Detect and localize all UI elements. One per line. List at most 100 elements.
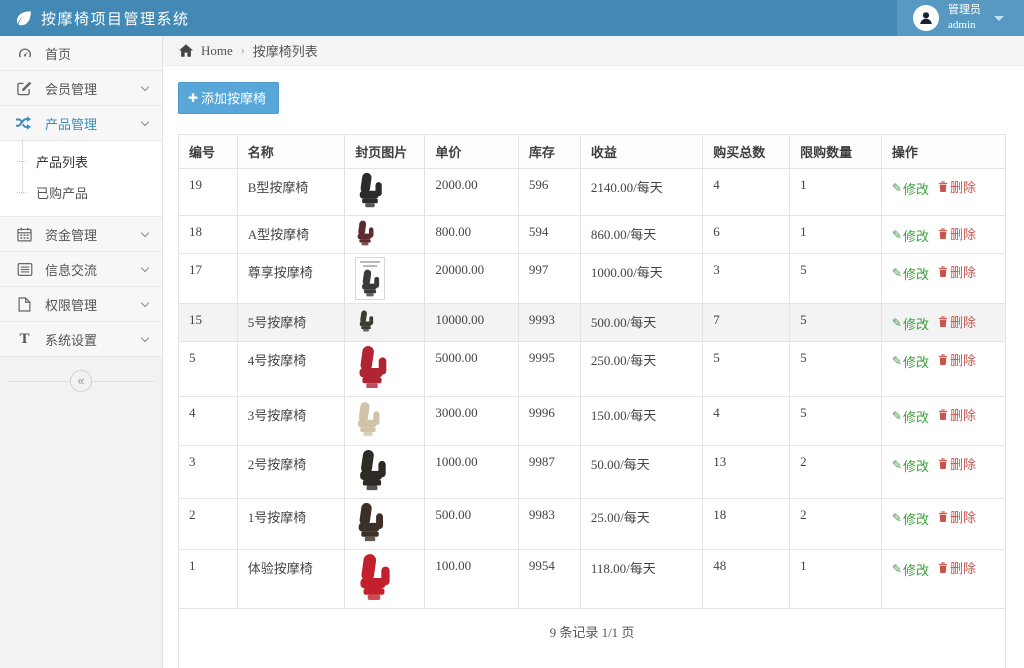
layout: 首页会员管理产品管理产品列表已购产品资金管理信息交流权限管理 T系统设置 « Ho… <box>0 36 1024 668</box>
edit-link[interactable]: ✎修改 <box>892 264 929 283</box>
trash-icon <box>938 266 948 277</box>
user-menu[interactable]: 管理员 admin <box>897 0 1024 36</box>
massage-chair-image <box>355 234 375 249</box>
cell-purchase-limit: 5 <box>790 254 882 304</box>
massage-chair-image <box>355 426 381 441</box>
edit-link[interactable]: ✎修改 <box>892 407 929 426</box>
edit-label: 修改 <box>903 352 929 371</box>
content: ✚ 添加按摩椅 编号名称封页图片单价库存收益购买总数限购数量操作 19B型按摩椅… <box>163 66 1024 668</box>
cell-name: A型按摩椅 <box>237 216 345 254</box>
collapse-icon[interactable]: « <box>70 370 92 392</box>
add-button-label: 添加按摩椅 <box>201 88 266 107</box>
cell-stock: 997 <box>518 254 580 304</box>
delete-label: 删除 <box>950 405 976 424</box>
sidebar-item-members[interactable]: 会员管理 <box>0 71 162 106</box>
cell-purchase-total: 6 <box>703 216 790 254</box>
cell-purchase-total: 48 <box>703 550 790 609</box>
delete-link[interactable]: 删除 <box>938 454 976 473</box>
add-massage-chair-button[interactable]: ✚ 添加按摩椅 <box>178 82 279 114</box>
trash-icon <box>938 181 948 192</box>
table-row: 17尊享按摩椅20000.009971000.00/每天35✎修改删除 <box>179 254 1006 304</box>
chevron-down-icon <box>141 333 149 341</box>
cell-cover-image <box>345 342 425 397</box>
cell-cover-image <box>345 397 425 446</box>
column-header: 操作 <box>881 135 1005 169</box>
sidebar-submenu-products: 产品列表已购产品 <box>0 141 162 217</box>
pencil-icon: ✎ <box>892 181 902 196</box>
sidebar-item-messages[interactable]: 信息交流 <box>0 252 162 287</box>
chevron-down-icon <box>141 228 149 236</box>
sidebar-subitem-purchased-products[interactable]: 已购产品 <box>0 177 162 208</box>
cell-purchase-total: 5 <box>703 342 790 397</box>
cell-profit: 250.00/每天 <box>580 342 702 397</box>
delete-link[interactable]: 删除 <box>938 312 976 331</box>
sidebar-item-products[interactable]: 产品管理 <box>0 106 162 141</box>
pencil-icon: ✎ <box>892 354 902 369</box>
edit-link[interactable]: ✎修改 <box>892 352 929 371</box>
cell-name: 尊享按摩椅 <box>237 254 345 304</box>
tree-dash <box>17 161 26 162</box>
cell-name: 体验按摩椅 <box>237 550 345 609</box>
cell-profit: 500.00/每天 <box>580 304 702 342</box>
edit-link[interactable]: ✎修改 <box>892 314 929 333</box>
cell-profit: 1000.00/每天 <box>580 254 702 304</box>
edit-link[interactable]: ✎修改 <box>892 226 929 245</box>
sidebar-item-label: 权限管理 <box>45 295 97 314</box>
cell-actions: ✎修改删除 <box>881 304 1005 342</box>
sidebar-item-home[interactable]: 首页 <box>0 36 162 71</box>
cell-profit: 2140.00/每天 <box>580 169 702 216</box>
delete-link[interactable]: 删除 <box>938 405 976 424</box>
cell-cover-image <box>345 254 425 304</box>
trash-icon <box>938 458 948 469</box>
sidebar-subitem-label: 已购产品 <box>36 183 88 202</box>
delete-link[interactable]: 删除 <box>938 507 976 526</box>
sidebar-item-funds[interactable]: 资金管理 <box>0 217 162 252</box>
cell-purchase-total: 7 <box>703 304 790 342</box>
text-icon: T <box>15 332 34 347</box>
delete-link[interactable]: 删除 <box>938 224 976 243</box>
edit-link[interactable]: ✎修改 <box>892 509 929 528</box>
chevron-down-icon <box>141 82 149 90</box>
trash-icon <box>938 354 948 365</box>
massage-chair-image <box>355 479 389 494</box>
delete-link[interactable]: 删除 <box>938 177 976 196</box>
cell-purchase-limit: 2 <box>790 446 882 499</box>
cell-id: 19 <box>179 169 238 216</box>
cell-price: 1000.00 <box>425 446 518 499</box>
cell-cover-image <box>345 446 425 499</box>
cell-purchase-total: 18 <box>703 499 790 550</box>
home-icon[interactable] <box>179 44 193 57</box>
sidebar-collapse[interactable]: « <box>0 365 162 397</box>
edit-label: 修改 <box>903 560 929 579</box>
main-area: Home › 按摩椅列表 ✚ 添加按摩椅 编号名称封页图片单价库存收益购买总数限… <box>163 36 1024 668</box>
delete-label: 删除 <box>950 224 976 243</box>
cell-stock: 9993 <box>518 304 580 342</box>
cell-price: 5000.00 <box>425 342 518 397</box>
product-table: 编号名称封页图片单价库存收益购买总数限购数量操作 19B型按摩椅2000.005… <box>178 134 1006 668</box>
sidebar-item-settings[interactable]: T系统设置 <box>0 322 162 357</box>
delete-link[interactable]: 删除 <box>938 558 976 577</box>
massage-chair-poster-image <box>355 257 385 300</box>
breadcrumb-home[interactable]: Home <box>201 43 233 59</box>
edit-link[interactable]: ✎修改 <box>892 560 929 579</box>
cell-id: 2 <box>179 499 238 550</box>
edit-link[interactable]: ✎修改 <box>892 456 929 475</box>
edit-link[interactable]: ✎修改 <box>892 179 929 198</box>
cell-cover-image <box>345 304 425 342</box>
brand[interactable]: 按摩椅项目管理系统 <box>0 0 190 36</box>
cell-actions: ✎修改 删除 <box>881 397 1005 446</box>
edit-label: 修改 <box>903 264 929 283</box>
sidebar-item-permissions[interactable]: 权限管理 <box>0 287 162 322</box>
massage-chair-image <box>355 196 385 211</box>
cell-profit: 118.00/每天 <box>580 550 702 609</box>
cell-purchase-limit: 5 <box>790 397 882 446</box>
delete-link[interactable]: 删除 <box>938 350 976 369</box>
column-header: 封页图片 <box>345 135 425 169</box>
delete-link[interactable]: 删除 <box>938 262 976 281</box>
sidebar-subitem-product-list[interactable]: 产品列表 <box>0 146 162 177</box>
cell-price: 3000.00 <box>425 397 518 446</box>
cell-profit: 25.00/每天 <box>580 499 702 550</box>
edit-label: 修改 <box>903 407 929 426</box>
cell-price: 2000.00 <box>425 169 518 216</box>
pencil-icon: ✎ <box>892 266 902 281</box>
